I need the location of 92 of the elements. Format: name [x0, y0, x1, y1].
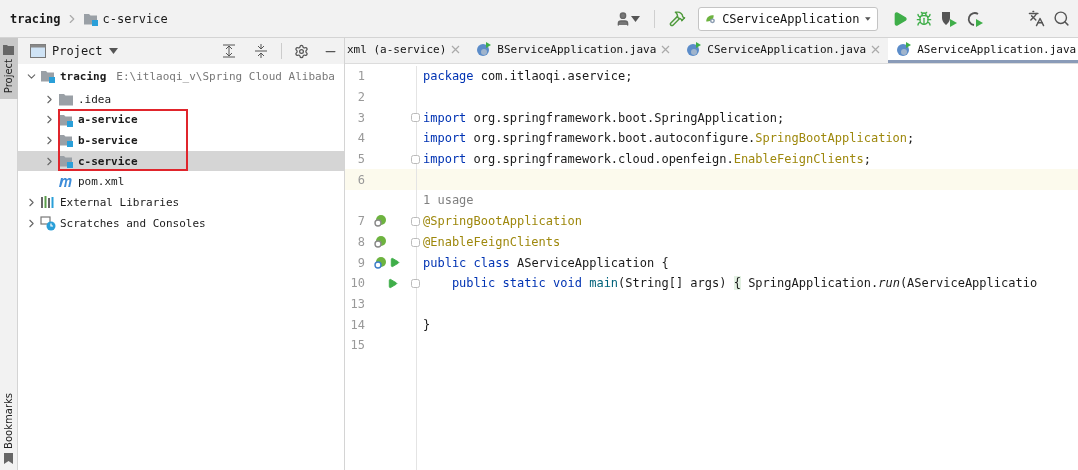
code-line: import org.springframework.cloud.openfeign.EnableFeignClients; [423, 152, 871, 167]
folder-icon [58, 92, 74, 106]
caret-icon [631, 15, 640, 22]
code-line: public static void main(String[] args) { SpringApplication.run(AServiceApplicatio [450, 276, 1038, 291]
panel-title[interactable]: Project [52, 44, 103, 58]
run-configuration-dropdown[interactable]: CServiceApplication [698, 6, 878, 31]
bean-icon [373, 214, 387, 229]
tree-item[interactable]: External Libraries [18, 192, 344, 213]
maven-icon [58, 175, 74, 188]
dropdown-caret-icon [108, 48, 118, 54]
tree-label: c-service [78, 154, 138, 168]
side-tab[interactable]: Bookmarks [0, 387, 18, 470]
line-number: 14 [349, 317, 365, 332]
editor-tab[interactable]: CServiceApplication.java [678, 38, 889, 63]
tree-item[interactable]: Scratches and Consoles [18, 212, 344, 234]
tree-label: .idea [78, 92, 112, 106]
line-number: 6 [356, 172, 365, 187]
breadcrumb-item[interactable]: tracing [10, 11, 61, 26]
code-line: @SpringBootApplication [423, 214, 582, 229]
tree-item[interactable]: c-service [18, 150, 344, 172]
bean-run-icon [373, 255, 387, 270]
spring-class-icon [896, 41, 913, 57]
run-gutter-icon[interactable] [387, 277, 398, 289]
bookmark-icon [3, 453, 14, 464]
code-line: import org.springframework.boot.SpringApplication; [423, 110, 785, 125]
module-folder-icon [58, 154, 74, 169]
code-line: import org.springframework.boot.autoconfigure.SpringBootApplication; [423, 131, 915, 146]
library-bars-icon [40, 195, 56, 210]
line-number: 5 [356, 152, 365, 167]
fold-marker-icon[interactable] [411, 278, 420, 288]
code-line: } [423, 317, 431, 332]
code-line: @EnableFeignClients [423, 234, 561, 249]
fold-marker-icon[interactable] [411, 237, 420, 247]
caret-icon [865, 15, 871, 22]
folder-icon [3, 44, 14, 55]
tree-item[interactable]: a-service [18, 109, 344, 131]
hammer-icon[interactable] [669, 10, 686, 27]
translate-icon[interactable] [1028, 10, 1045, 27]
module-folder-icon [82, 11, 99, 26]
scratch-file-icon [40, 215, 56, 231]
line-number: 2 [356, 90, 365, 105]
coverage-icon[interactable] [940, 9, 958, 28]
module-folder-icon [58, 133, 74, 148]
run-gutter-icon[interactable] [389, 257, 400, 269]
line-number: 4 [356, 131, 365, 146]
line-number: 7 [356, 214, 365, 229]
debug-icon[interactable] [916, 10, 932, 27]
tree-item[interactable]: tracing E:\itlaoqi_v\Spring Cloud Alibaba [18, 66, 344, 87]
line-number: 1 [356, 69, 365, 84]
tree-label: b-service [78, 133, 138, 147]
fold-marker-icon[interactable] [411, 216, 420, 226]
tree-label: pom.xml [78, 175, 125, 189]
line-number: 13 [349, 296, 365, 311]
tree-label: Scratches and Consoles [60, 216, 206, 230]
usage-hint[interactable]: 1 usage [423, 193, 474, 208]
close-icon[interactable] [661, 44, 671, 54]
spring-class-icon [686, 41, 703, 57]
code-line: public class AServiceApplication { [423, 255, 669, 270]
fold-marker-icon[interactable] [411, 113, 420, 123]
tree-item[interactable]: b-service [18, 130, 344, 151]
editor-tab[interactable]: BServiceApplication.java [468, 38, 679, 63]
expand-all-icon[interactable] [221, 43, 237, 59]
close-icon[interactable] [871, 44, 881, 54]
tree-item[interactable]: .idea [18, 88, 344, 110]
settings-icon[interactable] [294, 43, 309, 59]
tree-label: tracing [60, 69, 107, 83]
breadcrumb-item[interactable]: c-service [102, 11, 168, 26]
module-folder-icon [40, 69, 56, 84]
user-icon[interactable] [615, 10, 631, 27]
spring-class-icon [476, 41, 493, 57]
editor-tab[interactable]: xml (a-service) [345, 38, 469, 63]
profiler-icon[interactable] [966, 9, 984, 28]
close-icon[interactable] [451, 44, 461, 54]
line-number: 9 [356, 255, 365, 270]
collapse-all-icon[interactable] [253, 43, 269, 59]
code-line: package com.itlaoqi.aservice; [423, 69, 633, 84]
module-folder-icon [58, 112, 74, 127]
fold-marker-icon[interactable] [411, 154, 420, 164]
line-number: 10 [349, 276, 365, 291]
bean-icon [373, 234, 387, 249]
path-hint: E:\itlaoqi_v\Spring Cloud Alibaba [116, 69, 335, 83]
editor-tab[interactable]: AServiceApplication.java [888, 38, 1078, 63]
line-number: 15 [349, 338, 365, 353]
line-number: 8 [356, 234, 365, 249]
search-icon[interactable] [1053, 10, 1070, 27]
panel-icon [30, 44, 46, 58]
side-tab[interactable]: Project [0, 38, 18, 100]
tree-item[interactable]: pom.xml [18, 171, 344, 193]
tree-label: External Libraries [60, 195, 180, 209]
run-icon[interactable] [892, 10, 908, 27]
line-number: 3 [356, 110, 365, 125]
tree-label: a-service [78, 113, 138, 127]
